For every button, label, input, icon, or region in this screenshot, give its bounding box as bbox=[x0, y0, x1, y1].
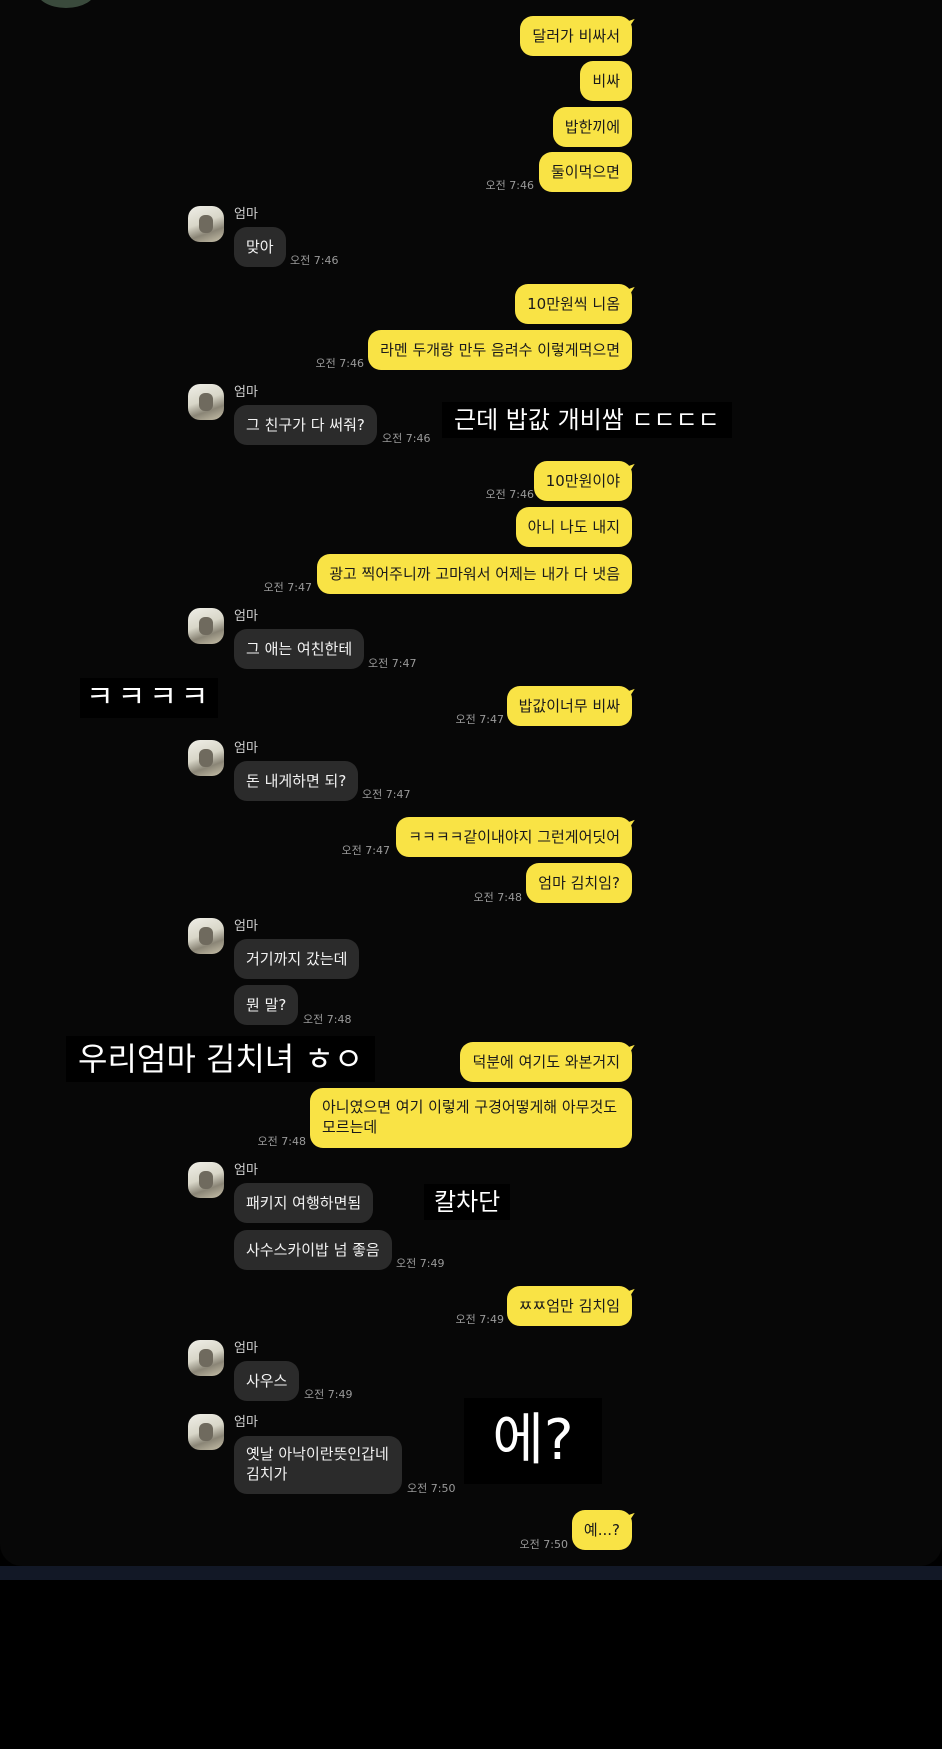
bottom-bar bbox=[0, 1566, 942, 1580]
message-time: 오전 7:49 bbox=[304, 1388, 353, 1401]
contact-name: 엄마 bbox=[234, 919, 258, 934]
message-bubble-theirs[interactable]: 패키지 여행하면됨 bbox=[234, 1183, 374, 1223]
message-bubble-theirs[interactable]: 맞아 bbox=[234, 227, 286, 267]
contact-name: 엄마 bbox=[234, 1163, 258, 1178]
message-time: 오전 7:47 bbox=[341, 844, 390, 857]
message-bubble-mine[interactable]: 예...? bbox=[571, 1510, 632, 1550]
message-time: 오전 7:46 bbox=[485, 179, 534, 192]
message-bubble-mine[interactable]: 아니 나도 내지 bbox=[515, 507, 632, 547]
message-bubble-theirs[interactable]: 사수스카이밥 넘 좋음 bbox=[234, 1230, 392, 1270]
message-time: 오전 7:47 bbox=[368, 657, 417, 670]
message-time: 오전 7:50 bbox=[519, 1538, 568, 1551]
message-time: 오전 7:48 bbox=[303, 1013, 352, 1026]
message-bubble-mine[interactable]: 덕분에 여기도 와본거지 bbox=[460, 1042, 632, 1082]
contact-name: 엄마 bbox=[234, 1415, 258, 1430]
contact-name: 엄마 bbox=[234, 1341, 258, 1356]
message-bubble-mine[interactable]: 10만원이야 bbox=[533, 461, 632, 501]
chat-panel: 달러가 비싸서 비싸 밥한끼에 둘이먹으면 오전 7:46 엄마 맞아 오전 7… bbox=[0, 0, 942, 1566]
message-bubble-theirs[interactable]: 그 애는 여친한테 bbox=[234, 629, 365, 669]
message-time: 오전 7:47 bbox=[362, 788, 411, 801]
message-bubble-theirs[interactable]: 거기까지 갔는데 bbox=[234, 939, 360, 979]
text-overlay: 근데 밥값 개비쌈 ㄷㄷㄷㄷ bbox=[442, 402, 732, 438]
message-bubble-mine[interactable]: 둘이먹으면 bbox=[538, 152, 632, 192]
message-time: 오전 7:48 bbox=[257, 1135, 306, 1148]
message-time: 오전 7:46 bbox=[290, 254, 339, 267]
message-time: 오전 7:46 bbox=[315, 357, 364, 370]
contact-name: 엄마 bbox=[234, 609, 258, 624]
message-bubble-mine[interactable]: 아니였으면 여기 이렇게 구경어떻게해 아무것도 모르는데 bbox=[310, 1088, 632, 1148]
contact-avatar[interactable] bbox=[188, 1162, 224, 1198]
message-bubble-mine[interactable]: 광고 찍어주니까 고마워서 어제는 내가 다 냇음 bbox=[317, 554, 632, 594]
message-bubble-mine[interactable]: 엄마 김치임? bbox=[526, 863, 632, 903]
message-bubble-theirs[interactable]: 그 친구가 다 써줘? bbox=[234, 405, 377, 445]
contact-name: 엄마 bbox=[234, 207, 258, 222]
message-bubble-mine[interactable]: 밥값이너무 비싸 bbox=[506, 686, 632, 726]
text-overlay: ㅋㅋㅋㅋ bbox=[80, 678, 219, 718]
top-avatar bbox=[36, 0, 96, 8]
contact-name: 엄마 bbox=[234, 385, 258, 400]
text-overlay: 칼차단 bbox=[424, 1184, 511, 1220]
message-time: 오전 7:47 bbox=[455, 713, 504, 726]
message-bubble-theirs[interactable]: 뭔 말? bbox=[234, 985, 299, 1025]
contact-avatar[interactable] bbox=[188, 608, 224, 644]
message-bubble-mine[interactable]: ㅋㅋㅋㅋ같이내야지 그런게어딧어 bbox=[396, 817, 632, 857]
contact-name: 엄마 bbox=[234, 741, 258, 756]
message-bubble-mine[interactable]: 10만원씩 니옴 bbox=[515, 284, 632, 324]
message-time: 오전 7:49 bbox=[396, 1257, 445, 1270]
contact-avatar[interactable] bbox=[188, 1414, 224, 1450]
message-time: 오전 7:47 bbox=[263, 581, 312, 594]
contact-avatar[interactable] bbox=[188, 918, 224, 954]
message-time: 오전 7:50 bbox=[407, 1482, 456, 1495]
message-time: 오전 7:46 bbox=[485, 488, 534, 501]
message-bubble-theirs[interactable]: 돈 내게하면 되? bbox=[234, 761, 359, 801]
message-bubble-mine[interactable]: ㅉㅉ엄만 김치임 bbox=[506, 1286, 632, 1326]
message-time: 오전 7:46 bbox=[382, 432, 431, 445]
message-bubble-theirs[interactable]: 사우스 bbox=[234, 1361, 300, 1401]
contact-avatar[interactable] bbox=[188, 740, 224, 776]
message-bubble-mine[interactable]: 비싸 bbox=[580, 61, 632, 101]
text-overlay: 우리엄마 김치녀 ㅎㅇ bbox=[66, 1036, 376, 1082]
message-bubble-mine[interactable]: 라멘 두개랑 만두 음려수 이렇게먹으면 bbox=[368, 330, 632, 370]
message-bubble-mine[interactable]: 달러가 비싸서 bbox=[520, 16, 632, 56]
message-time: 오전 7:49 bbox=[455, 1313, 504, 1326]
message-bubble-mine[interactable]: 밥한끼에 bbox=[552, 107, 632, 147]
contact-avatar[interactable] bbox=[188, 1340, 224, 1376]
contact-avatar[interactable] bbox=[188, 384, 224, 420]
message-time: 오전 7:48 bbox=[473, 891, 522, 904]
message-bubble-theirs[interactable]: 옛날 아낙이란뜻인갑네 김치가 bbox=[234, 1436, 402, 1494]
text-overlay: 에? bbox=[464, 1398, 602, 1484]
contact-avatar[interactable] bbox=[188, 206, 224, 242]
